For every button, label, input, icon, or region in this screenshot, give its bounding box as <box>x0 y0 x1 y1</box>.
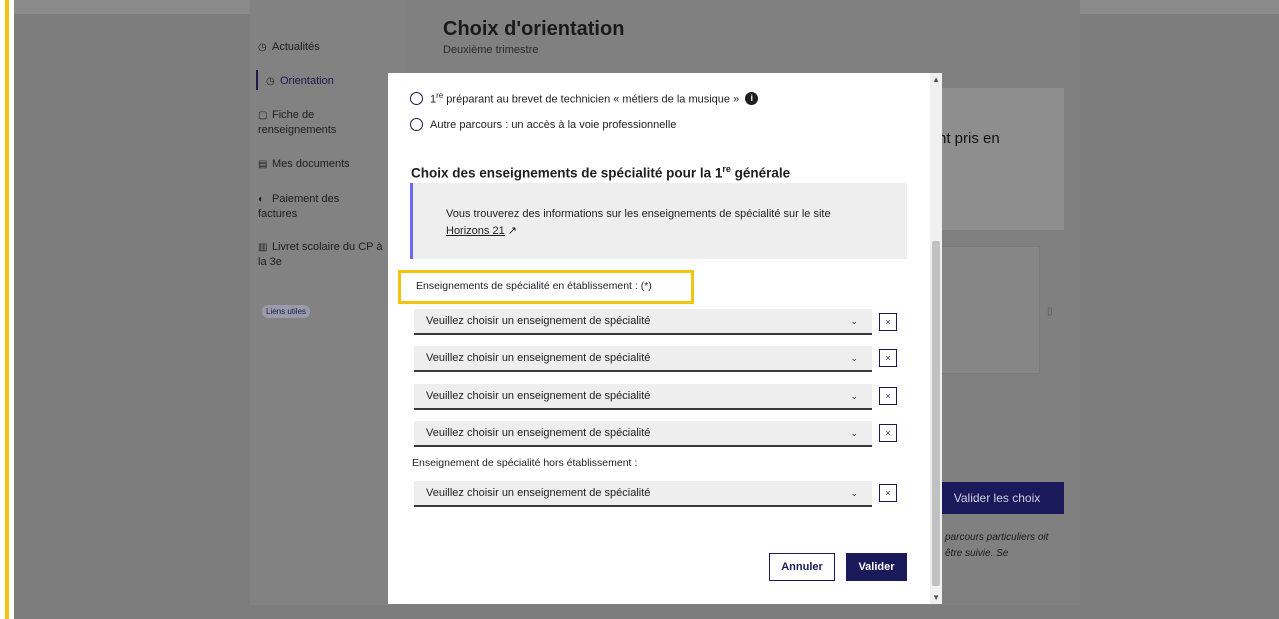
sidebar-item-orientation[interactable]: ◷ Orientation <box>266 74 406 89</box>
sidebar-item-documents[interactable]: ▤ Mes documents <box>258 157 398 172</box>
sidebar-item-label: Livret scolaire du CP à la 3e <box>258 241 383 268</box>
info-icon[interactable]: i <box>745 91 759 105</box>
select-specialite-4[interactable]: Veuillez choisir un enseignement de spéc… <box>414 421 872 447</box>
select-specialite-hors[interactable]: Veuillez choisir un enseignement de spéc… <box>414 481 872 507</box>
background-note: parcours particuliers oit être suivie. S… <box>945 532 1049 559</box>
chevron-down-icon: ⌄ <box>850 428 858 438</box>
compass-icon: ◷ <box>266 76 275 87</box>
scroll-down-icon[interactable]: ▼ <box>932 593 940 602</box>
background-choice-card <box>930 246 1040 374</box>
chevron-down-icon: ⌄ <box>850 316 858 326</box>
select-specialite-1[interactable]: Veuillez choisir un enseignement de spéc… <box>414 309 872 335</box>
background-sidebar <box>250 0 405 605</box>
sidebar-item-label: Actualités <box>272 41 320 53</box>
valider-choix-button[interactable]: Valider les choix <box>930 482 1064 514</box>
sidebar-item-fiche[interactable]: ▢ Fiche de renseignements <box>258 108 378 137</box>
yellow-edge-marker <box>5 0 9 619</box>
trash-icon[interactable]: ▯ <box>1047 306 1053 317</box>
select-specialite-3[interactable]: Veuillez choisir un enseignement de spéc… <box>414 384 872 410</box>
sidebar-item-label: Mes documents <box>272 158 350 170</box>
submit-button[interactable]: Valider <box>846 553 907 581</box>
sidebar-item-livret[interactable]: ▥ Livret scolaire du CP à la 3e <box>258 240 386 269</box>
callout-text: Vous trouverez des informations sur les … <box>446 208 831 237</box>
sidebar-item-paiement[interactable]: ◐ Paiement des factures <box>258 192 368 221</box>
page-subtitle: Deuxième trimestre <box>443 44 539 56</box>
sidebar-item-actualites[interactable]: ◷ Actualités <box>258 40 398 55</box>
nav-active-indicator <box>256 70 258 90</box>
horizons-link[interactable]: Horizons 21 <box>446 225 505 237</box>
card-text: nt pris en <box>938 130 1000 147</box>
form-icon: ▢ <box>258 110 268 121</box>
clock-icon: ◷ <box>258 42 267 53</box>
radio-option-autre[interactable]: Autre parcours : un accès à la voie prof… <box>410 118 676 131</box>
remove-button-hors[interactable]: × <box>879 484 897 502</box>
radio-label: Autre parcours : un accès à la voie prof… <box>430 118 677 131</box>
page-title: Choix d'orientation <box>443 18 625 40</box>
scroll-thumb[interactable] <box>932 241 940 586</box>
book-icon: ▥ <box>258 242 268 253</box>
radio-button[interactable] <box>410 118 423 131</box>
payment-icon: ◐ <box>258 194 265 205</box>
remove-button-4[interactable]: × <box>879 424 897 442</box>
sidebar-item-label: Orientation <box>280 75 334 87</box>
left-edge <box>0 0 14 619</box>
remove-button-2[interactable]: × <box>879 349 897 367</box>
select-specialite-2[interactable]: Veuillez choisir un enseignement de spéc… <box>414 346 872 372</box>
remove-button-3[interactable]: × <box>879 387 897 405</box>
cancel-button[interactable]: Annuler <box>769 553 835 581</box>
background-info-card: nt pris en <box>930 88 1064 230</box>
chevron-down-icon: ⌄ <box>850 391 858 401</box>
document-icon: ▤ <box>258 159 268 170</box>
label-etablissement: Enseignements de spécialité en établisse… <box>416 280 652 292</box>
label-hors-etablissement: Enseignement de spécialité hors établiss… <box>412 457 638 469</box>
remove-button-1[interactable]: × <box>879 313 897 331</box>
radio-option-musique[interactable]: 1re préparant au brevet de technicien « … <box>410 91 759 106</box>
scroll-up-icon[interactable]: ▲ <box>932 75 940 84</box>
specialite-modal: 1re préparant au brevet de technicien « … <box>388 73 942 604</box>
liens-utiles-badge[interactable]: Liens utiles <box>262 305 311 318</box>
info-callout: Vous trouverez des informations sur les … <box>410 183 907 259</box>
modal-scrollbar[interactable]: ▲ ▼ <box>930 73 942 604</box>
radio-button[interactable] <box>410 91 423 105</box>
section-title: Choix des enseignements de spécialité po… <box>411 164 791 181</box>
external-link-icon: ↗ <box>507 225 517 237</box>
chevron-down-icon: ⌄ <box>850 488 858 498</box>
radio-label: 1re préparant au brevet de technicien « … <box>430 91 740 106</box>
chevron-down-icon: ⌄ <box>850 353 858 363</box>
